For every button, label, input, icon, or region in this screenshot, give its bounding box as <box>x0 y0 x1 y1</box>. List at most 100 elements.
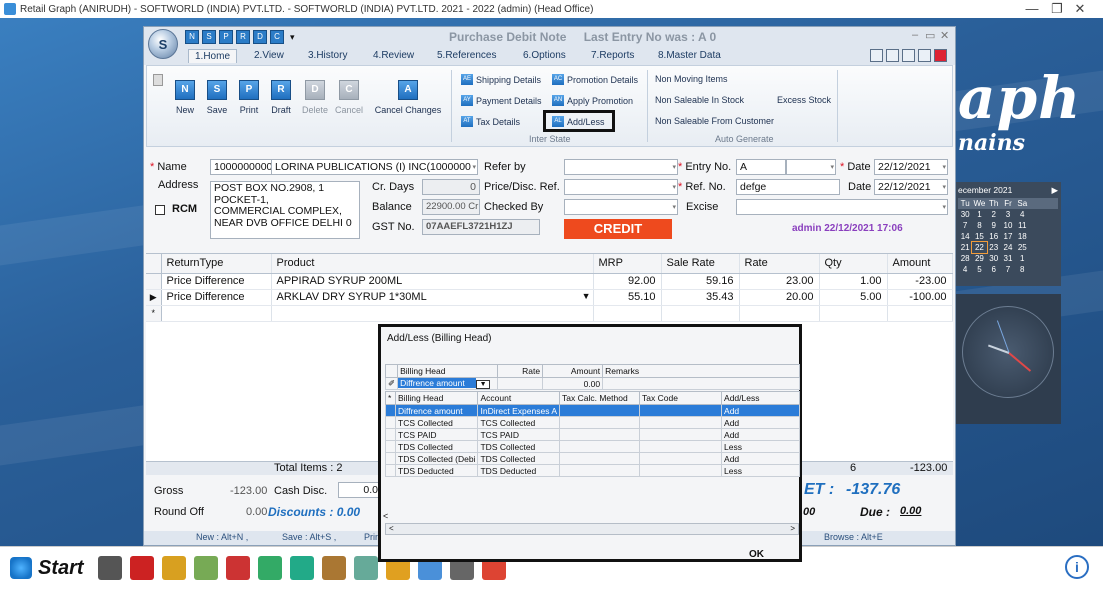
re-icon[interactable] <box>257 556 282 580</box>
column-header-sale-rate[interactable]: Sale Rate <box>661 254 740 274</box>
calendar-next-icon[interactable]: ▶ <box>1051 185 1058 196</box>
cell-tax-calc-method[interactable] <box>559 452 641 465</box>
app-minimize-button[interactable]: – <box>912 29 918 41</box>
calendar-day[interactable]: 11 <box>1015 220 1029 231</box>
calendar-day[interactable]: 4 <box>1015 209 1029 220</box>
excise-dropdown[interactable]: ▾ <box>736 199 948 215</box>
cell-add-less[interactable]: Add <box>721 404 800 417</box>
cell-sale-rate[interactable]: 35.43 <box>661 289 740 306</box>
calendar-day[interactable]: 29 <box>972 253 986 264</box>
column-header-product[interactable]: Product <box>271 254 594 274</box>
cell-tax-code[interactable] <box>639 452 723 465</box>
promotion-details-link[interactable]: AC Promotion Details <box>552 74 638 85</box>
address-field[interactable]: POST BOX NO.2908, 1 POCKET-1, COMMERCIAL… <box>210 181 360 239</box>
calendar-day[interactable]: 1 <box>1015 253 1029 264</box>
qat-draft-icon[interactable]: R <box>236 30 250 44</box>
cell-account[interactable]: TDS Deducted <box>477 464 561 477</box>
cell-tax-calc-method[interactable] <box>559 416 641 429</box>
product-dropdown-icon[interactable]: ▼ <box>582 291 591 301</box>
cell-add-less[interactable]: Add <box>721 428 800 441</box>
cell-billing-head[interactable]: TCS PAID <box>394 428 479 441</box>
pdf-icon[interactable] <box>225 556 250 580</box>
cell-mrp[interactable] <box>593 305 662 322</box>
cell-mrp[interactable]: 92.00 <box>593 273 662 290</box>
calendar-day[interactable]: 8 <box>1015 264 1029 275</box>
cell-account[interactable]: TDS Collected <box>477 452 561 465</box>
paint-icon[interactable] <box>161 556 186 580</box>
refer-by-dropdown[interactable]: ▾ <box>564 159 678 175</box>
cell-account[interactable]: TCS PAID <box>477 428 561 441</box>
table-row[interactable]: TDS Deducted TDS Deducted Less <box>385 464 800 477</box>
ref-no-field[interactable]: defge <box>736 179 840 195</box>
checked-by-dropdown[interactable]: ▾ <box>564 199 678 215</box>
pe-icon[interactable] <box>289 556 314 580</box>
cell-tax-code[interactable] <box>639 416 723 429</box>
calendar-day[interactable]: 9 <box>987 220 1001 231</box>
table-row[interactable]: TDS Collected TDS Collected Less <box>385 440 800 453</box>
table-row[interactable]: TCS PAID TCS PAID Add <box>385 428 800 441</box>
cell-tax-code[interactable] <box>639 464 723 477</box>
cell-sale-rate[interactable] <box>661 305 740 322</box>
calendar-day[interactable]: 1 <box>972 209 986 220</box>
calendar-day[interactable]: 25 <box>1015 242 1029 253</box>
table-row[interactable]: ▶ Price Difference ARKLAV DRY SYRUP 1*30… <box>146 289 953 306</box>
scroll-right-icon[interactable]: > <box>790 524 795 533</box>
horizontal-scrollbar[interactable]: < > <box>385 523 799 535</box>
cell-billing-head[interactable]: TCS Collected <box>394 416 479 429</box>
cell-return-type[interactable] <box>161 305 272 322</box>
payment-details-link[interactable]: AY Payment Details <box>461 95 542 106</box>
calendar-widget[interactable]: ecember 2021 ▶ Tu We Th Fr Sa 30 1 2 3 4 7 8 9 1… <box>955 182 1061 286</box>
cell-qty[interactable]: 1.00 <box>819 273 888 290</box>
save-disk-icon[interactable] <box>918 49 931 62</box>
lock-icon[interactable] <box>153 74 163 86</box>
close-button[interactable]: ✕ <box>1065 0 1095 18</box>
keyboard-icon[interactable] <box>193 556 218 580</box>
cell-account[interactable]: TCS Collected <box>477 416 561 429</box>
non-saleable-stock-link[interactable]: Non Saleable In Stock <box>655 95 744 105</box>
tab-view[interactable]: 2.View <box>248 49 290 62</box>
exit-icon[interactable] <box>934 49 947 62</box>
calendar-day[interactable]: 4 <box>958 264 972 275</box>
price-disc-ref-dropdown[interactable]: ▾ <box>564 179 678 195</box>
excess-stock-link[interactable]: Excess Stock <box>777 95 831 105</box>
cell-amount[interactable]: -23.00 <box>887 273 953 290</box>
entry-row[interactable]: ✐ Diffrence amount ▼ 0.00 <box>384 377 800 390</box>
column-header-tax-code[interactable]: Tax Code <box>639 391 723 405</box>
help-icon[interactable] <box>870 49 883 62</box>
cash-disc-field[interactable]: 0.0 <box>338 482 382 498</box>
calendar-day[interactable]: 18 <box>1015 231 1029 242</box>
qat-dropdown-icon[interactable]: ▾ <box>290 32 295 43</box>
calendar-day[interactable]: 24 <box>1001 242 1015 253</box>
cell-rate[interactable]: 20.00 <box>739 289 820 306</box>
shipping-details-link[interactable]: AE Shipping Details <box>461 74 541 85</box>
cell-add-less[interactable]: Less <box>721 440 800 453</box>
cell-tax-calc-method[interactable] <box>559 404 641 417</box>
cancel-changes-button[interactable]: A Cancel Changes <box>373 80 443 115</box>
cell-tax-calc-method[interactable] <box>559 428 641 441</box>
cell-add-less[interactable]: Add <box>721 416 800 429</box>
column-header-billing-head[interactable]: Billing Head <box>394 391 479 405</box>
qat-new-icon[interactable]: N <box>185 30 199 44</box>
entry-no-field[interactable]: A <box>736 159 786 175</box>
calendar-day[interactable]: 10 <box>1001 220 1015 231</box>
rcm-checkbox[interactable] <box>155 205 165 215</box>
billing-head-combobox[interactable]: Diffrence amount ▼ <box>397 377 499 390</box>
apply-promotion-link[interactable]: AN Apply Promotion <box>552 95 633 106</box>
calendar-day[interactable]: 6 <box>987 264 1001 275</box>
non-moving-items-link[interactable]: Non Moving Items <box>655 74 728 84</box>
cell-add-less[interactable]: Add <box>721 452 800 465</box>
calendar-day[interactable]: 7 <box>1001 264 1015 275</box>
calculator-icon[interactable] <box>902 49 915 62</box>
column-header-amount[interactable]: Amount <box>887 254 953 274</box>
cancel-button[interactable]: C Cancel <box>329 80 369 115</box>
cell-tax-code[interactable] <box>639 440 723 453</box>
column-header-rate[interactable]: Rate <box>739 254 820 274</box>
cell-qty[interactable] <box>819 305 888 322</box>
cell-mrp[interactable]: 55.10 <box>593 289 662 306</box>
table-row[interactable]: Diffrence amount InDirect Expenses A Add <box>385 404 800 417</box>
calendar-day[interactable]: 23 <box>987 242 1001 253</box>
table-row[interactable]: Price Difference APPIRAD SYRUP 200ML 92.… <box>146 273 953 290</box>
cell-tax-code[interactable] <box>639 404 723 417</box>
cell-product[interactable]: ARKLAV DRY SYRUP 1*30ML ▼ <box>271 289 594 306</box>
cell-rate[interactable]: 23.00 <box>739 273 820 290</box>
